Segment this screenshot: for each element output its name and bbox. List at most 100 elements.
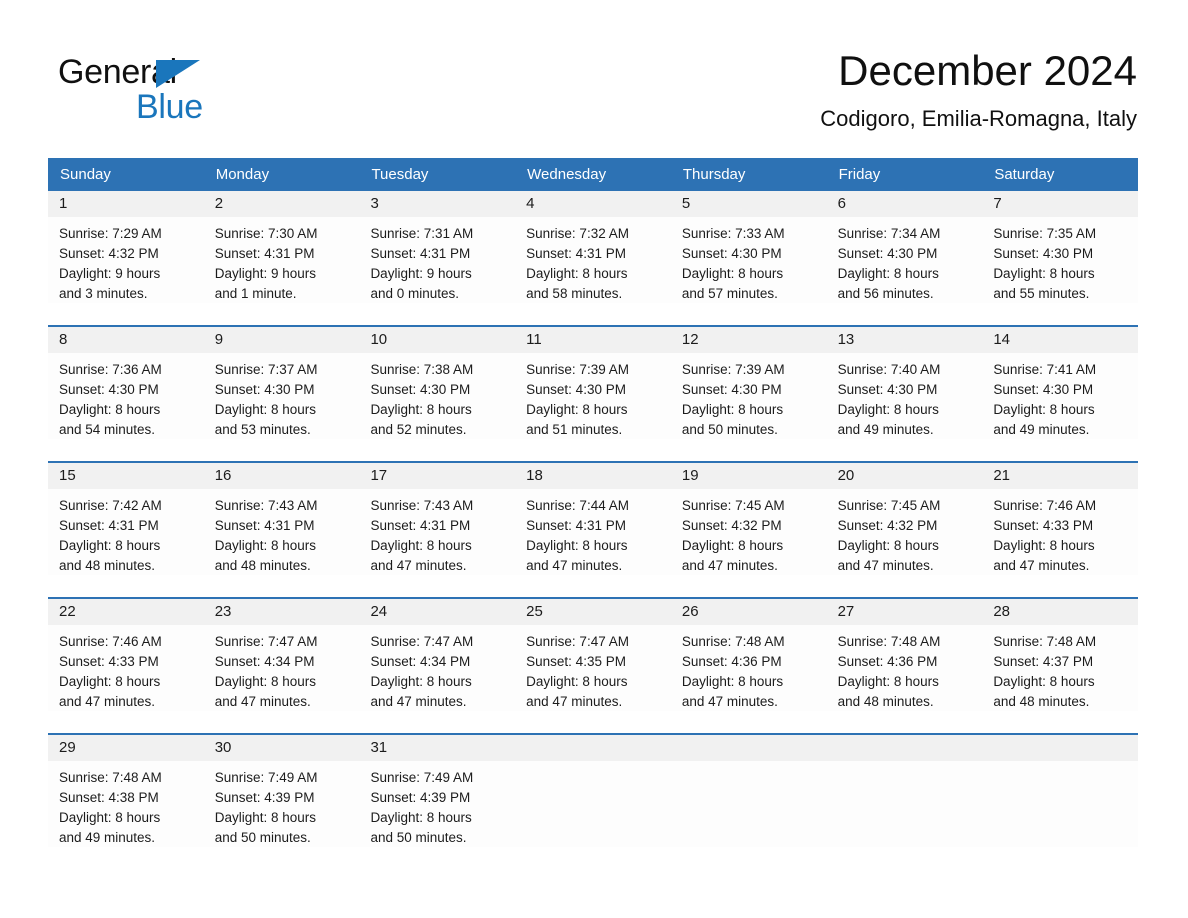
daylight-text-line2: and 47 minutes.: [681, 558, 778, 573]
sunset-text: Sunset: 4:31 PM: [214, 246, 315, 261]
sunrise-text: Sunrise: 7:43 AM: [370, 498, 474, 513]
day-details: Sunrise: 7:35 AM Sunset: 4:30 PM Dayligh…: [982, 217, 1138, 303]
calendar-week-row: 22 Sunrise: 7:46 AM Sunset: 4:33 PM Dayl…: [48, 597, 1139, 711]
day-cell-empty: [982, 735, 1139, 847]
week-spacer: [48, 575, 1138, 597]
weekday-header-thursday: Thursday: [682, 166, 746, 183]
day-details: Sunrise: 7:41 AM Sunset: 4:30 PM Dayligh…: [982, 353, 1138, 439]
day-number: 21: [982, 463, 1139, 489]
day-details: Sunrise: 7:30 AM Sunset: 4:31 PM Dayligh…: [204, 217, 360, 303]
day-cell[interactable]: 25 Sunrise: 7:47 AM Sunset: 4:35 PM Dayl…: [515, 599, 671, 711]
day-number: 10: [359, 327, 516, 353]
sunrise-text: Sunrise: 7:39 AM: [526, 362, 629, 377]
day-number: 13: [826, 327, 983, 353]
day-number: 6: [826, 191, 983, 217]
day-cell[interactable]: 6 Sunrise: 7:34 AM Sunset: 4:30 PM Dayli…: [826, 191, 983, 303]
day-number: 11: [515, 327, 671, 353]
weekday-header-row: Sunday Monday Tuesday Wednesday Thursday…: [48, 158, 1138, 191]
generalblue-logo[interactable]: General Blue: [58, 52, 258, 132]
weekday-header-saturday: Saturday: [994, 166, 1055, 183]
day-cell[interactable]: 11 Sunrise: 7:39 AM Sunset: 4:30 PM Dayl…: [515, 327, 671, 439]
day-cell[interactable]: 7 Sunrise: 7:35 AM Sunset: 4:30 PM Dayli…: [982, 191, 1139, 303]
daylight-text-line1: Daylight: 9 hours: [59, 266, 161, 281]
day-cell[interactable]: 17 Sunrise: 7:43 AM Sunset: 4:31 PM Dayl…: [359, 463, 516, 575]
sunset-text: Sunset: 4:30 PM: [370, 382, 471, 397]
day-cell[interactable]: 12 Sunrise: 7:39 AM Sunset: 4:30 PM Dayl…: [670, 327, 827, 439]
day-details: Sunrise: 7:45 AM Sunset: 4:32 PM Dayligh…: [671, 489, 827, 575]
day-number: 2: [203, 191, 360, 217]
sunset-text: Sunset: 4:31 PM: [370, 246, 471, 261]
sunrise-text: Sunrise: 7:39 AM: [681, 362, 785, 377]
day-cell[interactable]: 9 Sunrise: 7:37 AM Sunset: 4:30 PM Dayli…: [203, 327, 360, 439]
daylight-text-line2: and 47 minutes.: [526, 558, 623, 573]
day-details: Sunrise: 7:43 AM Sunset: 4:31 PM Dayligh…: [359, 489, 515, 575]
day-cell[interactable]: 15 Sunrise: 7:42 AM Sunset: 4:31 PM Dayl…: [48, 463, 204, 575]
daylight-text-line2: and 47 minutes.: [59, 694, 156, 709]
sunrise-text: Sunrise: 7:31 AM: [370, 226, 474, 241]
sunset-text: Sunset: 4:39 PM: [214, 790, 315, 805]
day-cell[interactable]: 21 Sunrise: 7:46 AM Sunset: 4:33 PM Dayl…: [982, 463, 1139, 575]
sunset-text: Sunset: 4:36 PM: [681, 654, 782, 669]
daylight-text-line2: and 48 minutes.: [59, 558, 156, 573]
daylight-text-line2: and 47 minutes.: [214, 694, 311, 709]
day-number: 27: [826, 599, 983, 625]
day-cell[interactable]: 2 Sunrise: 7:30 AM Sunset: 4:31 PM Dayli…: [203, 191, 360, 303]
day-cell[interactable]: 3 Sunrise: 7:31 AM Sunset: 4:31 PM Dayli…: [359, 191, 516, 303]
day-details: Sunrise: 7:39 AM Sunset: 4:30 PM Dayligh…: [671, 353, 827, 439]
day-cell[interactable]: 19 Sunrise: 7:45 AM Sunset: 4:32 PM Dayl…: [670, 463, 827, 575]
calendar-grid: Sunday Monday Tuesday Wednesday Thursday…: [48, 158, 1139, 847]
sunrise-text: Sunrise: 7:37 AM: [214, 362, 318, 377]
sunrise-text: Sunrise: 7:43 AM: [214, 498, 318, 513]
weekday-header-tuesday: Tuesday: [371, 166, 429, 183]
day-number: [982, 735, 1139, 761]
day-cell[interactable]: 24 Sunrise: 7:47 AM Sunset: 4:34 PM Dayl…: [359, 599, 516, 711]
day-cell[interactable]: 22 Sunrise: 7:46 AM Sunset: 4:33 PM Dayl…: [48, 599, 204, 711]
daylight-text-line2: and 49 minutes.: [59, 830, 156, 845]
day-cell[interactable]: 26 Sunrise: 7:48 AM Sunset: 4:36 PM Dayl…: [670, 599, 827, 711]
daylight-text-line2: and 54 minutes.: [59, 422, 156, 437]
sunrise-text: Sunrise: 7:38 AM: [370, 362, 474, 377]
day-cell[interactable]: 8 Sunrise: 7:36 AM Sunset: 4:30 PM Dayli…: [48, 327, 204, 439]
sunset-text: Sunset: 4:31 PM: [370, 518, 471, 533]
daylight-text-line2: and 47 minutes.: [681, 694, 778, 709]
day-cell[interactable]: 20 Sunrise: 7:45 AM Sunset: 4:32 PM Dayl…: [826, 463, 983, 575]
day-cell[interactable]: 13 Sunrise: 7:40 AM Sunset: 4:30 PM Dayl…: [826, 327, 983, 439]
day-details: Sunrise: 7:36 AM Sunset: 4:30 PM Dayligh…: [48, 353, 204, 439]
sunrise-text: Sunrise: 7:45 AM: [681, 498, 785, 513]
day-cell[interactable]: 1 Sunrise: 7:29 AM Sunset: 4:32 PM Dayli…: [48, 191, 204, 303]
week-spacer: [48, 711, 1138, 733]
day-details: Sunrise: 7:48 AM Sunset: 4:37 PM Dayligh…: [982, 625, 1138, 711]
day-cell[interactable]: 4 Sunrise: 7:32 AM Sunset: 4:31 PM Dayli…: [515, 191, 671, 303]
day-number: 15: [48, 463, 204, 489]
page-masthead: General Blue December 2024 Codigoro, Emi…: [48, 44, 1137, 148]
daylight-text-line1: Daylight: 8 hours: [370, 810, 472, 825]
sunset-text: Sunset: 4:39 PM: [370, 790, 471, 805]
daylight-text-line1: Daylight: 8 hours: [370, 402, 472, 417]
sunrise-text: Sunrise: 7:42 AM: [59, 498, 162, 513]
day-cell[interactable]: 10 Sunrise: 7:38 AM Sunset: 4:30 PM Dayl…: [359, 327, 516, 439]
day-cell[interactable]: 14 Sunrise: 7:41 AM Sunset: 4:30 PM Dayl…: [982, 327, 1139, 439]
day-number: 5: [670, 191, 827, 217]
triangle-flag-icon: [156, 60, 200, 88]
day-number: 28: [982, 599, 1139, 625]
day-number: 1: [48, 191, 204, 217]
day-cell[interactable]: 31 Sunrise: 7:49 AM Sunset: 4:39 PM Dayl…: [359, 735, 516, 847]
day-cell[interactable]: 28 Sunrise: 7:48 AM Sunset: 4:37 PM Dayl…: [982, 599, 1139, 711]
day-cell[interactable]: 16 Sunrise: 7:43 AM Sunset: 4:31 PM Dayl…: [203, 463, 360, 575]
daylight-text-line2: and 50 minutes.: [214, 830, 311, 845]
day-cell[interactable]: 27 Sunrise: 7:48 AM Sunset: 4:36 PM Dayl…: [826, 599, 983, 711]
daylight-text-line1: Daylight: 9 hours: [370, 266, 472, 281]
daylight-text-line1: Daylight: 8 hours: [214, 810, 317, 825]
day-cell[interactable]: 29 Sunrise: 7:48 AM Sunset: 4:38 PM Dayl…: [48, 735, 204, 847]
sunrise-text: Sunrise: 7:48 AM: [993, 634, 1097, 649]
day-cell[interactable]: 18 Sunrise: 7:44 AM Sunset: 4:31 PM Dayl…: [515, 463, 671, 575]
sunrise-text: Sunrise: 7:47 AM: [370, 634, 474, 649]
day-cell[interactable]: 30 Sunrise: 7:49 AM Sunset: 4:39 PM Dayl…: [203, 735, 360, 847]
day-cell[interactable]: 23 Sunrise: 7:47 AM Sunset: 4:34 PM Dayl…: [203, 599, 360, 711]
daylight-text-line2: and 47 minutes.: [837, 558, 934, 573]
sunrise-text: Sunrise: 7:47 AM: [526, 634, 629, 649]
daylight-text-line2: and 50 minutes.: [370, 830, 467, 845]
day-cell[interactable]: 5 Sunrise: 7:33 AM Sunset: 4:30 PM Dayli…: [670, 191, 827, 303]
daylight-text-line1: Daylight: 9 hours: [214, 266, 317, 281]
day-number: 24: [359, 599, 516, 625]
